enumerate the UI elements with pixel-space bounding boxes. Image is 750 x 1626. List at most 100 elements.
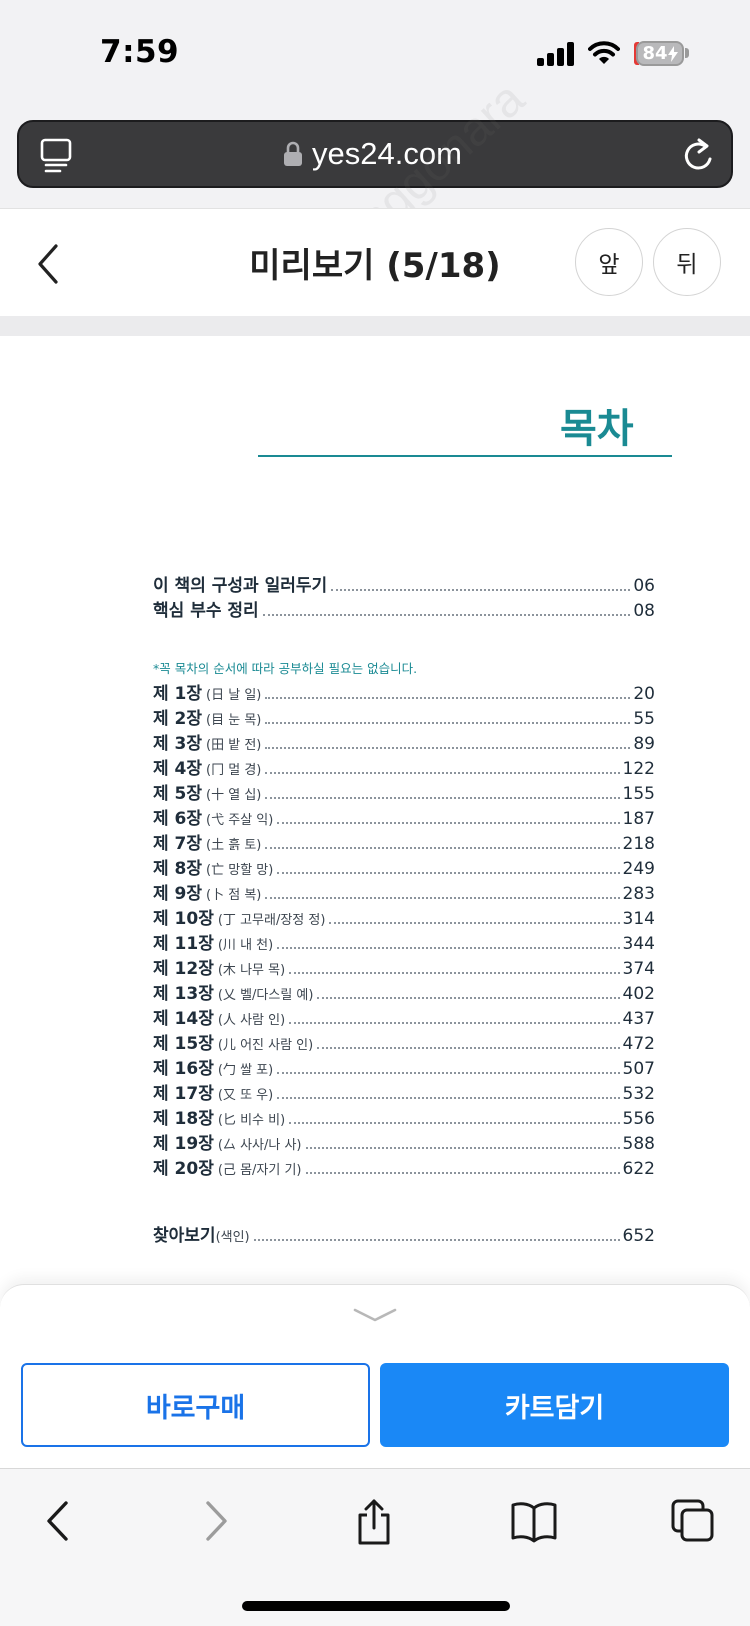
toc-label: 이 책의 구성과 일러두기	[153, 576, 328, 596]
toc-chapter-page: 122	[622, 759, 655, 779]
prev-page-button[interactable]: 앞	[575, 228, 643, 296]
toc-chapter-list: 제 1장 (日 날 일) 20 제 2장 (目 눈 목) 55 제 3장 (田 밭 전) 89 제…	[153, 679, 655, 1179]
bookmarks-icon[interactable]	[510, 1498, 558, 1544]
toc-chapter-radical: (亡 망할 망)	[206, 863, 274, 878]
toc-chapter-page: 402	[622, 984, 655, 1004]
toc-row: 이 책의 구성과 일러두기 06	[153, 571, 655, 596]
toc-leader	[317, 997, 620, 999]
toc-chapter-radical: (十 열 십)	[206, 788, 262, 803]
browser-forward-icon[interactable]	[202, 1498, 232, 1544]
toc-chapter-label: 제 10장	[153, 909, 214, 929]
toc-chapter-row: 제 5장 (十 열 십) 155	[153, 779, 655, 804]
toc-chapter-page: 314	[622, 909, 655, 929]
toc-leader	[265, 772, 620, 774]
toc-chapter-label: 제 12장	[153, 959, 214, 979]
toc-leader	[305, 1172, 620, 1174]
toc-chapter-page: 532	[622, 1084, 655, 1104]
buy-now-button[interactable]: 바로구매	[21, 1363, 370, 1447]
toc-chapter-page: 89	[633, 734, 655, 754]
header-divider	[0, 316, 750, 336]
lock-icon	[284, 141, 302, 166]
toc-chapter-radical: (厶 사사/나 사)	[217, 1138, 302, 1153]
browser-back-icon[interactable]	[42, 1498, 72, 1544]
toc-chapter-page: 556	[622, 1109, 655, 1129]
toc-leader	[277, 872, 620, 874]
toc-chapter-radical: (儿 어진 사람 인)	[217, 1038, 314, 1053]
toc-chapter-label: 제 19장	[153, 1134, 214, 1154]
toc-chapter-radical: (乂 벨/다스릴 예)	[217, 988, 314, 1003]
toc-leader	[289, 1022, 620, 1024]
toc-chapter-page: 437	[622, 1009, 655, 1029]
toc-chapter-row: 제 20장 (己 몸/자기 기) 622	[153, 1154, 655, 1179]
toc-chapter-row: 제 16장 (勹 쌀 포) 507	[153, 1054, 655, 1079]
toc-chapter-page: 20	[633, 684, 655, 704]
toc-chapter-row: 제 13장 (乂 벨/다스릴 예) 402	[153, 979, 655, 1004]
toc-chapter-radical: (目 눈 목)	[206, 713, 262, 728]
toc-page: 06	[633, 576, 655, 596]
battery-icon: 84	[636, 41, 684, 66]
toc-chapter-row: 제 14장 (人 사람 인) 437	[153, 1004, 655, 1029]
reader-mode-icon[interactable]	[40, 138, 72, 174]
toc-chapter-page: 344	[622, 934, 655, 954]
toc-chapter-page: 218	[622, 834, 655, 854]
toc-chapter-label: 제 14장	[153, 1009, 214, 1029]
toc-chapter-radical: (卜 점 복)	[206, 888, 262, 903]
toc-chapter-radical: (田 밭 전)	[206, 738, 262, 753]
toc-chapter-row: 제 9장 (卜 점 복) 283	[153, 879, 655, 904]
toc-chapter-radical: (川 내 천)	[217, 938, 274, 953]
toc-chapter-page: 588	[622, 1134, 655, 1154]
toc-chapter-radical: (弋 주살 익)	[206, 813, 274, 828]
reload-icon[interactable]	[683, 137, 717, 173]
toc-chapter-row: 제 2장 (目 눈 목) 55	[153, 704, 655, 729]
share-icon[interactable]	[354, 1498, 394, 1546]
toc-chapter-radical: (日 날 일)	[206, 688, 262, 703]
toc-chapter-row: 제 6장 (弋 주살 익) 187	[153, 804, 655, 829]
battery-level: 84	[642, 43, 668, 64]
toc-heading-rule	[258, 455, 672, 457]
toc-leader	[331, 589, 631, 591]
toc-chapter-label: 제 3장	[153, 734, 203, 754]
toc-chapter-page: 55	[633, 709, 655, 729]
toc-chapter-page: 472	[622, 1034, 655, 1054]
toc-leader	[329, 922, 620, 924]
toc-chapter-row: 제 12장 (木 나무 목) 374	[153, 954, 655, 979]
charging-bolt-icon	[667, 45, 678, 62]
toc-label: 핵심 부수 정리	[153, 601, 259, 621]
toc-chapter-radical: (又 또 우)	[217, 1088, 274, 1103]
toc-page: 08	[633, 601, 655, 621]
toc-index: 찾아보기 (색인) 652	[153, 1221, 655, 1246]
toc-leader	[277, 1072, 620, 1074]
toc-leader	[265, 697, 631, 699]
toc-leader	[265, 722, 631, 724]
toc-label: 찾아보기	[153, 1226, 216, 1246]
toc-intro-list: 이 책의 구성과 일러두기 06 핵심 부수 정리 08	[153, 571, 655, 621]
toc-sublabel: (색인)	[215, 1230, 250, 1245]
status-time: 7:59	[100, 34, 180, 70]
toc-chapter-row: 제 7장 (土 흙 토) 218	[153, 829, 655, 854]
toc-chapter-label: 제 7장	[153, 834, 203, 854]
add-to-cart-button[interactable]: 카트담기	[380, 1363, 729, 1447]
toc-chapter-label: 제 2장	[153, 709, 203, 729]
toc-chapter-label: 제 16장	[153, 1059, 214, 1079]
toc-chapter-page: 249	[622, 859, 655, 879]
toc-chapter-row: 제 1장 (日 날 일) 20	[153, 679, 655, 704]
toc-chapter-radical: (勹 쌀 포)	[217, 1063, 274, 1078]
chevron-down-icon[interactable]	[352, 1306, 398, 1324]
next-page-button[interactable]: 뒤	[653, 228, 721, 296]
toc-leader	[265, 747, 631, 749]
toc-page: 652	[622, 1226, 655, 1246]
toc-chapter-radical: (木 나무 목)	[217, 963, 286, 978]
toc-chapter-row: 제 3장 (田 밭 전) 89	[153, 729, 655, 754]
tabs-icon[interactable]	[670, 1498, 716, 1544]
toc-chapter-label: 제 11장	[153, 934, 214, 954]
toc-chapter-row: 제 4장 (冂 멀 경) 122	[153, 754, 655, 779]
toc-chapter-radical: (匕 비수 비)	[217, 1113, 286, 1128]
toc-leader	[262, 614, 631, 616]
toc-leader	[277, 947, 620, 949]
toc-chapter-radical: (冂 멀 경)	[206, 763, 262, 778]
toc-chapter-label: 제 15장	[153, 1034, 214, 1054]
toc-chapter-row: 제 10장 (丁 고무래/장정 정) 314	[153, 904, 655, 929]
toc-row: 핵심 부수 정리 08	[153, 596, 655, 621]
wifi-icon	[588, 41, 620, 64]
toc-heading: 목차	[560, 406, 634, 452]
